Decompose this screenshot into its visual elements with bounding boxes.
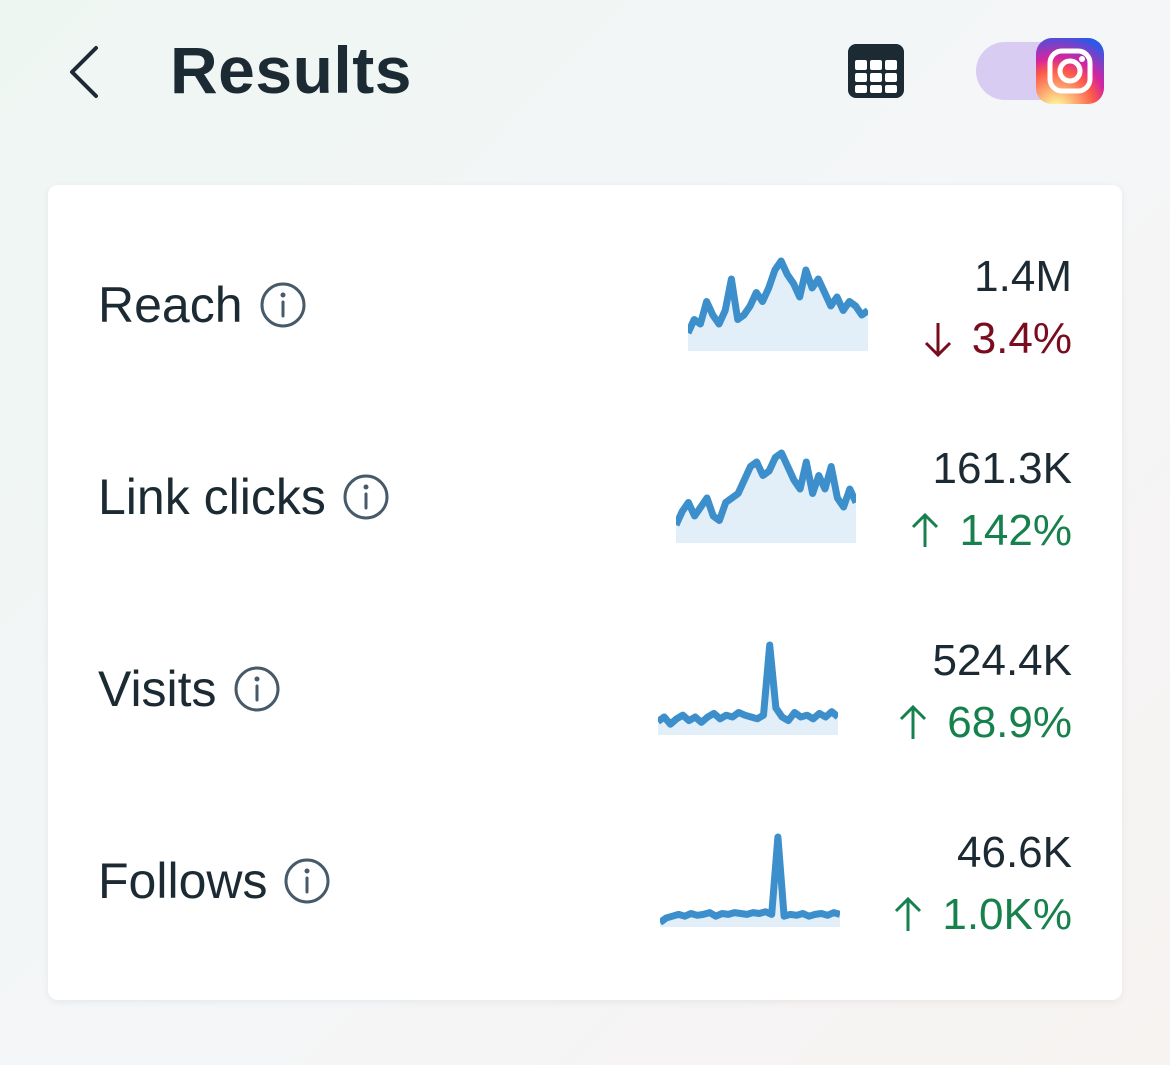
metric-row-link-clicks[interactable]: Link clicks 161.3K 142%	[48, 407, 1122, 597]
info-icon[interactable]	[233, 665, 281, 713]
chevron-left-icon	[70, 46, 98, 98]
back-button[interactable]	[58, 40, 114, 104]
info-icon[interactable]	[283, 857, 331, 905]
arrow-up-icon	[895, 896, 922, 931]
metric-value: 1.4M	[974, 252, 1072, 301]
metric-label: Visits	[98, 659, 281, 719]
arrow-down-icon	[924, 323, 951, 358]
arrow-up-icon	[900, 704, 927, 739]
sparkline-line	[660, 833, 840, 926]
sparkline-reach	[688, 257, 868, 351]
metric-value: 161.3K	[932, 444, 1072, 493]
metric-change-text: 68.9%	[947, 698, 1072, 747]
header: Results	[0, 0, 1170, 140]
arrow-up-icon	[912, 512, 939, 547]
metric-label-text: Link clicks	[98, 469, 326, 525]
table-view-button[interactable]	[846, 42, 906, 100]
results-card: Reach 1.4M 3.4% Link clicks 161.3K 142% …	[48, 185, 1122, 1000]
metric-change-text: 1.0K%	[942, 890, 1072, 939]
metric-row-visits[interactable]: Visits 524.4K 68.9%	[48, 599, 1122, 789]
metric-change: 3.4%	[918, 313, 1072, 365]
metric-label-text: Visits	[98, 661, 217, 717]
info-icon[interactable]	[342, 473, 390, 521]
table-icon	[848, 44, 904, 98]
sparkline-visits	[658, 641, 838, 735]
metric-label: Follows	[98, 851, 331, 911]
info-icon[interactable]	[259, 281, 307, 329]
metric-label-text: Reach	[98, 277, 243, 333]
metric-change: 68.9%	[893, 697, 1072, 749]
page-title: Results	[170, 33, 412, 107]
instagram-icon	[1036, 38, 1104, 104]
metric-change: 1.0K%	[888, 889, 1072, 941]
metric-label: Reach	[98, 275, 307, 335]
metric-change: 142%	[905, 505, 1072, 557]
metric-value: 46.6K	[957, 828, 1072, 877]
sparkline-link-clicks	[676, 449, 856, 543]
metric-label-text: Follows	[98, 853, 268, 909]
metric-label: Link clicks	[98, 467, 390, 527]
sparkline-line	[658, 641, 838, 728]
metric-change-text: 3.4%	[971, 314, 1072, 363]
metric-value: 524.4K	[932, 636, 1072, 685]
metric-row-reach[interactable]: Reach 1.4M 3.4%	[48, 215, 1122, 405]
metric-change-text: 142%	[959, 506, 1072, 555]
sparkline-follows	[660, 833, 840, 927]
platform-toggle[interactable]	[976, 38, 1104, 104]
metric-row-follows[interactable]: Follows 46.6K 1.0K%	[48, 791, 1122, 981]
